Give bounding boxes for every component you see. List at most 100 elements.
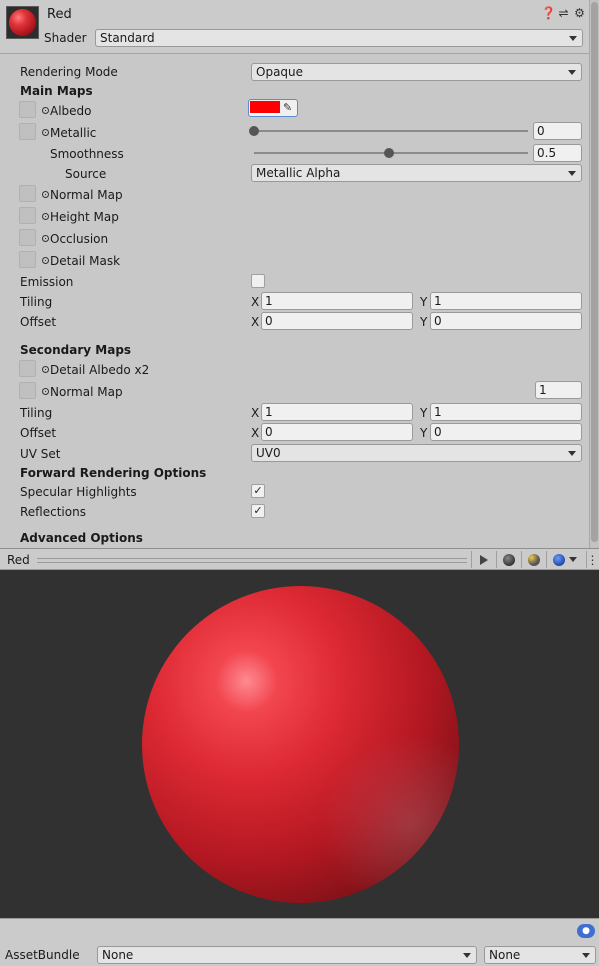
secondary-maps-heading: Secondary Maps [20,343,132,357]
tiling-y-label: Y [420,295,428,309]
smoothness-value-field[interactable]: 0.5 [533,144,582,162]
metallic-label: Metallic [50,126,97,140]
normal-map-label: Normal Map [50,188,123,202]
object-picker-icon[interactable] [40,364,50,374]
secondary-tiling-label: Tiling [20,406,53,420]
assetbundle-name-value: None [102,948,134,962]
detail-albedo-texture-slot[interactable] [19,360,36,377]
height-map-texture-slot[interactable] [19,207,36,224]
secondary-normal-map-texture-slot[interactable] [19,382,36,399]
object-picker-icon[interactable] [40,233,50,243]
albedo-color-field[interactable]: ✎ [248,99,298,117]
material-thumbnail [6,6,39,39]
tiling-x-field[interactable]: 1 [261,292,413,310]
play-button[interactable] [471,551,495,568]
metallic-texture-slot[interactable] [19,123,36,140]
light-icon [527,553,540,566]
chevron-down-icon [463,953,471,958]
settings-icon[interactable]: ⚙ [573,6,586,20]
preview-light-button[interactable] [521,551,545,568]
assetbundle-name-dropdown[interactable]: None [97,946,477,964]
chevron-down-icon [568,70,576,75]
occlusion-texture-slot[interactable] [19,229,36,246]
object-picker-icon[interactable] [40,386,50,396]
secondary-offset-x-field[interactable]: 0 [261,423,413,441]
offset-y-label: Y [420,315,428,329]
label-tag-icon[interactable]: ● [577,924,595,938]
inspector-scrollbar[interactable] [589,0,599,548]
object-picker-icon[interactable] [40,211,50,221]
preview-drag-handle[interactable] [37,558,467,563]
albedo-texture-slot[interactable] [19,101,36,118]
chevron-down-icon [569,36,577,41]
specular-highlights-checkbox[interactable]: ✓ [251,484,265,498]
secondary-offset-label: Offset [20,426,57,440]
rendering-mode-dropdown[interactable]: Opaque [251,63,582,81]
offset-label: Offset [20,315,57,329]
secondary-offset-y-label: Y [420,426,428,440]
normal-map-texture-slot[interactable] [19,185,36,202]
object-picker-icon[interactable] [40,127,50,137]
secondary-offset-y-field[interactable]: 0 [430,423,582,441]
tiling-y-field[interactable]: 1 [430,292,582,310]
emission-label: Emission [20,275,74,289]
preset-icon[interactable]: ⇌ [557,6,570,20]
offset-x-label: X [251,315,260,329]
secondary-tiling-x-field[interactable]: 1 [261,403,413,421]
scrollbar-thumb[interactable] [591,2,598,542]
offset-y-field[interactable]: 0 [430,312,582,330]
reflections-checkbox[interactable]: ✓ [251,504,265,518]
smoothness-slider-knob[interactable] [384,148,394,158]
metallic-value-field[interactable]: 0 [533,122,582,140]
object-picker-icon[interactable] [40,189,50,199]
rendering-mode-value: Opaque [256,65,304,79]
preview-shape-dropdown[interactable] [546,551,582,568]
shader-value: Standard [100,31,155,45]
detail-mask-label: Detail Mask [50,254,121,268]
forward-rendering-heading: Forward Rendering Options [20,466,207,480]
uv-set-value: UV0 [256,446,281,460]
preview-mesh-button[interactable] [496,551,520,568]
shader-dropdown[interactable]: Standard [95,29,583,47]
sphere-mesh-icon [502,553,515,566]
height-map-label: Height Map [50,210,119,224]
material-preview-viewport[interactable] [0,570,599,918]
more-options-icon[interactable]: ⋮ [586,551,599,568]
advanced-options-heading[interactable]: Advanced Options [20,531,143,545]
source-dropdown[interactable]: Metallic Alpha [251,164,582,182]
smoothness-label: Smoothness [50,147,124,161]
tiling-label: Tiling [20,295,53,309]
object-picker-icon[interactable] [40,255,50,265]
secondary-tiling-y-label: Y [420,406,428,420]
chevron-down-icon [568,557,577,562]
preview-shape-dropdown-icon [552,553,565,566]
eyedropper-icon[interactable]: ✎ [283,102,292,114]
albedo-color-swatch [250,101,280,113]
offset-x-field[interactable]: 0 [261,312,413,330]
material-title: Red [47,7,72,22]
assetbundle-variant-value: None [489,948,521,962]
assetbundle-label: AssetBundle [5,948,80,962]
source-label: Source [65,167,107,181]
preview-title: Red [7,553,30,567]
play-icon [479,554,488,565]
assetbundle-bar: ● AssetBundle None None [0,918,599,966]
secondary-normal-scale-field[interactable]: 1 [535,381,582,399]
main-maps-heading: Main Maps [20,84,93,98]
detail-mask-texture-slot[interactable] [19,251,36,268]
detail-albedo-label: Detail Albedo x2 [50,363,150,377]
secondary-normal-map-label: Normal Map [50,385,123,399]
preview-sphere [142,586,459,903]
inspector-header: Red ❓ ⇌ ⚙ Shader Standard [0,0,589,54]
emission-checkbox[interactable] [251,274,265,288]
albedo-label: Albedo [50,104,92,118]
reflections-label: Reflections [20,505,86,519]
metallic-slider-track[interactable] [254,130,528,132]
secondary-tiling-y-field[interactable]: 1 [430,403,582,421]
metallic-slider-knob[interactable] [249,126,259,136]
uv-set-dropdown[interactable]: UV0 [251,444,582,462]
uv-set-label: UV Set [20,447,61,461]
help-icon[interactable]: ❓ [541,6,556,20]
object-picker-icon[interactable] [40,105,50,115]
assetbundle-variant-dropdown[interactable]: None [484,946,596,964]
